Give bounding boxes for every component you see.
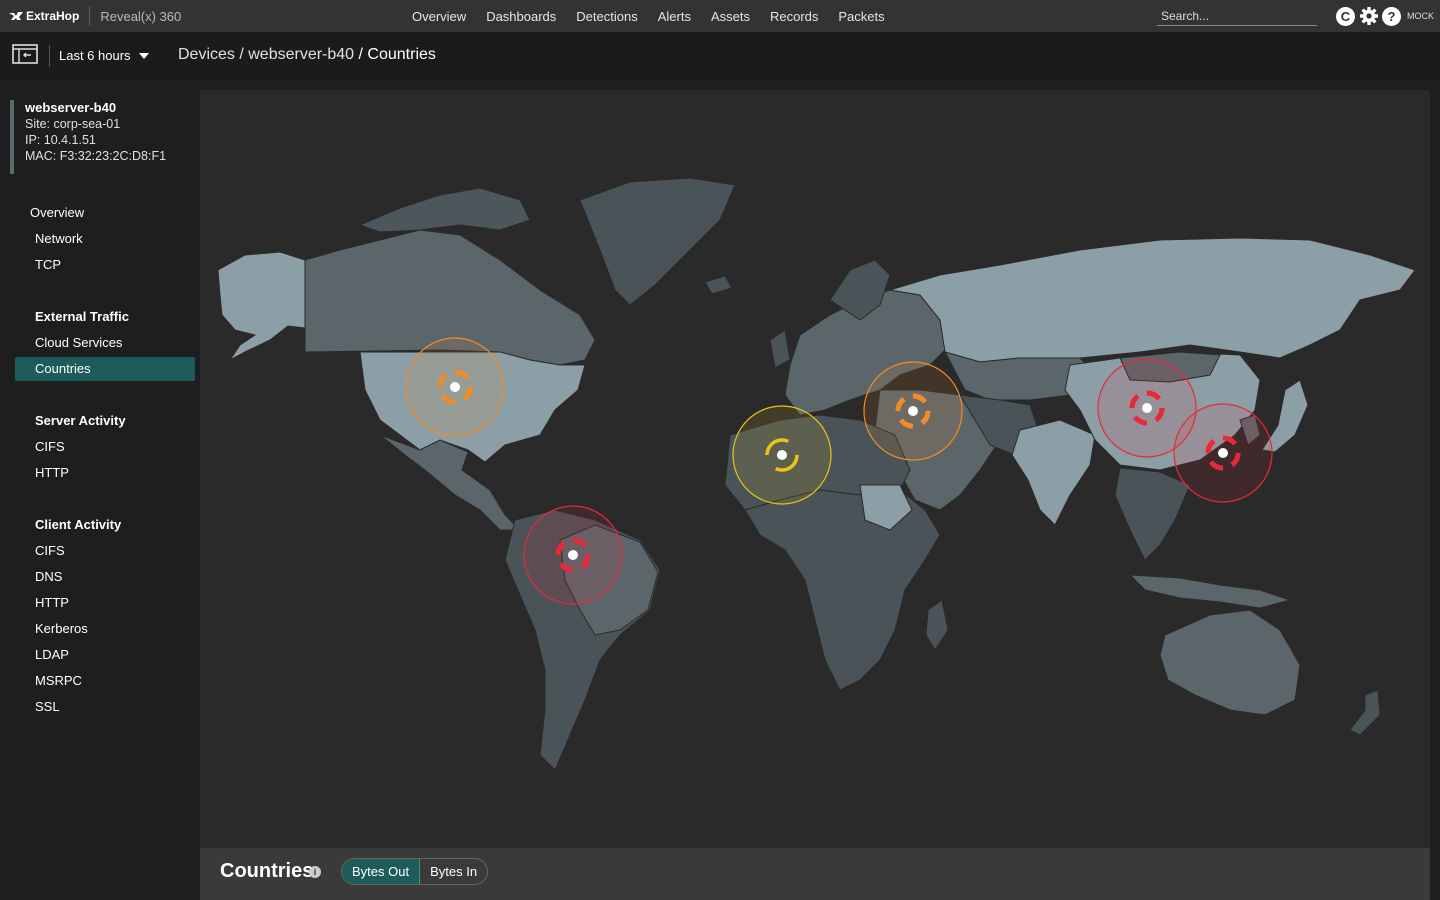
sidebar-item-tcp[interactable]: TCP (15, 253, 195, 277)
sidebar-item-overview[interactable]: Overview (15, 201, 195, 225)
breadcrumb: Devices / webserver-b40 / Countries (178, 46, 436, 64)
sidebar-item-client-cifs[interactable]: CIFS (15, 539, 195, 563)
sidebar-heading-external-traffic: External Traffic (35, 309, 129, 324)
region-uk (769, 329, 791, 369)
region-iceland (704, 275, 733, 295)
nav-packets[interactable]: Packets (838, 9, 884, 24)
sidebar: webserver-b40 Site: corp-sea-01 IP: 10.4… (0, 80, 200, 900)
sidebar-item-countries[interactable]: Countries (15, 357, 195, 381)
sidebar-item-client-msrpc[interactable]: MSRPC (15, 669, 195, 693)
main-nav: Overview Dashboards Detections Alerts As… (412, 0, 905, 32)
bytes-in-button[interactable]: Bytes In (420, 859, 487, 884)
region-india (1011, 419, 1096, 526)
mock-badge: MOCK (1407, 11, 1434, 21)
extrahop-logo-icon (9, 12, 23, 20)
sidebar-item-client-dns[interactable]: DNS (15, 565, 195, 589)
nav-overview[interactable]: Overview (412, 9, 466, 24)
gear-icon[interactable] (1359, 6, 1379, 26)
marker-turkey[interactable] (863, 361, 963, 461)
sidebar-heading-client-activity: Client Activity (35, 517, 122, 532)
product-name: Reveal(x) 360 (100, 8, 182, 24)
nav-records[interactable]: Records (770, 9, 818, 24)
marker-usa[interactable] (405, 337, 505, 437)
nav-dashboards[interactable]: Dashboards (486, 9, 556, 24)
region-alaska (217, 251, 306, 361)
device-ip: IP: 10.4.1.51 (25, 133, 96, 147)
info-icon[interactable]: i (309, 866, 321, 878)
sidebar-item-client-ssl[interactable]: SSL (15, 695, 195, 719)
region-madagascar (925, 599, 949, 651)
sidebar-item-server-cifs[interactable]: CIFS (15, 435, 195, 459)
sidebar-item-server-http[interactable]: HTTP (15, 461, 195, 485)
search-input[interactable] (1157, 7, 1317, 26)
refresh-icon[interactable]: C (1336, 6, 1355, 26)
region-russia (889, 237, 1416, 363)
tree-toggle-icon[interactable] (12, 44, 38, 66)
region-australia (1159, 609, 1301, 716)
sub-bar: Last 6 hours Devices / webserver-b40 / C… (0, 32, 1440, 80)
brand-name: ExtraHop (26, 9, 80, 23)
time-range-selector[interactable]: Last 6 hours (59, 48, 131, 63)
chevron-down-icon[interactable] (139, 53, 149, 59)
sidebar-item-network[interactable]: Network (15, 227, 195, 251)
panel-title: Countries (220, 860, 314, 882)
help-icon[interactable]: ? (1382, 6, 1401, 26)
panel-footer: Countries i Bytes Out Bytes In (200, 848, 1430, 900)
bytes-out-button[interactable]: Bytes Out (342, 859, 421, 884)
bytes-toggle: Bytes Out Bytes In (341, 858, 489, 885)
divider (49, 45, 50, 67)
divider (89, 6, 91, 26)
nav-alerts[interactable]: Alerts (658, 9, 691, 24)
device-mac: MAC: F3:32:23:2C:D8:F1 (25, 149, 167, 163)
countries-panel: Countries i Bytes Out Bytes In (200, 90, 1430, 900)
nav-assets[interactable]: Assets (711, 9, 750, 24)
region-africa (744, 489, 941, 691)
top-icons: C ? MOCK (1336, 6, 1434, 26)
sidebar-item-cloud-services[interactable]: Cloud Services (15, 331, 195, 355)
world-map[interactable] (200, 90, 1430, 848)
breadcrumb-devices[interactable]: Devices (178, 46, 235, 64)
top-bar: ExtraHop Reveal(x) 360 Overview Dashboar… (0, 0, 1440, 32)
marker-japan[interactable] (1173, 403, 1273, 503)
brand[interactable]: ExtraHop Reveal(x) 360 (9, 6, 181, 26)
marker-venezuela[interactable] (523, 505, 623, 605)
region-indonesia (1128, 574, 1292, 609)
device-card: webserver-b40 Site: corp-sea-01 IP: 10.4… (10, 100, 190, 174)
nav-detections[interactable]: Detections (576, 9, 637, 24)
region-new-zealand (1349, 689, 1381, 736)
marker-algeria[interactable] (732, 405, 832, 505)
breadcrumb-device[interactable]: / webserver-b40 (235, 46, 354, 64)
sidebar-item-client-http[interactable]: HTTP (15, 591, 195, 615)
device-name: webserver-b40 (25, 100, 117, 115)
region-arctic-islands (358, 187, 531, 233)
sidebar-item-client-kerberos[interactable]: Kerberos (15, 617, 195, 641)
region-southeast-asia (1114, 467, 1191, 561)
breadcrumb-current: / Countries (354, 46, 436, 63)
sidebar-item-client-ldap[interactable]: LDAP (15, 643, 195, 667)
device-site: Site: corp-sea-01 (25, 117, 121, 131)
sidebar-heading-server-activity: Server Activity (35, 413, 126, 428)
